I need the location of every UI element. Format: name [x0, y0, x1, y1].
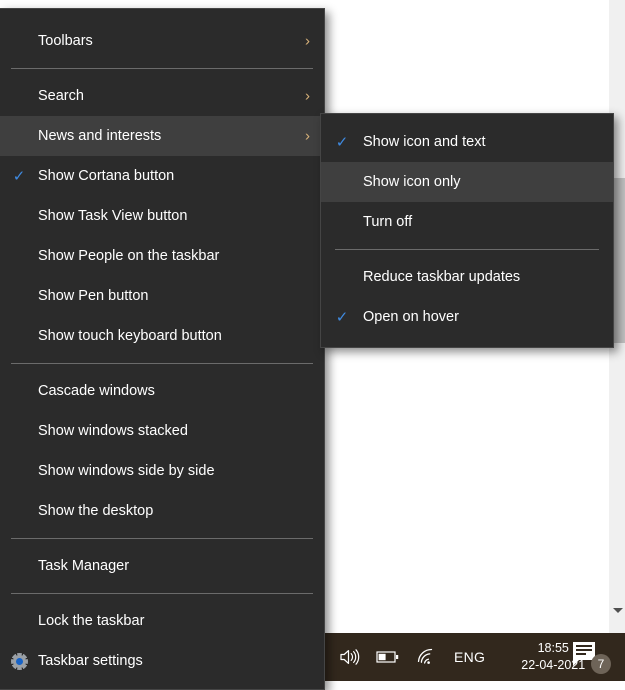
menu-item-label: Reduce taskbar updates [363, 269, 521, 285]
submenu-item-reduce-taskbar-updates[interactable]: Reduce taskbar updates [321, 257, 613, 297]
menu-item-label: Show Task View button [38, 208, 188, 224]
menu-item-label: Show touch keyboard button [38, 328, 222, 344]
menu-item-label: Toolbars [38, 33, 93, 49]
menu-separator [335, 249, 599, 250]
menu-item-label: Turn off [363, 214, 413, 230]
menu-item-show-touch-keyboard-button[interactable]: Show touch keyboard button [0, 316, 324, 356]
wifi-icon[interactable] [414, 645, 438, 669]
battery-icon[interactable] [376, 645, 400, 669]
menu-item-label: Show the desktop [38, 503, 154, 519]
checkmark-icon: ✓ [335, 309, 349, 326]
menu-item-label: Open on hover [363, 309, 459, 325]
action-center-button[interactable]: 7 [573, 640, 611, 674]
language-indicator[interactable]: ENG [452, 649, 487, 665]
menu-item-show-cortana-button[interactable]: ✓ Show Cortana button [0, 156, 324, 196]
menu-item-show-task-view-button[interactable]: Show Task View button [0, 196, 324, 236]
menu-item-label: Show windows side by side [38, 463, 215, 479]
checkmark-icon: ✓ [12, 168, 26, 185]
news-and-interests-submenu: ✓ Show icon and text Show icon only Turn of… [320, 113, 614, 348]
submenu-item-show-icon-only[interactable]: Show icon only [321, 162, 613, 202]
menu-item-toolbars[interactable]: Toolbars › [0, 21, 324, 61]
menu-item-label: Show icon only [363, 174, 461, 190]
system-tray: ENG 18:55 22-04-2021 [320, 633, 585, 681]
submenu-item-show-icon-and-text[interactable]: ✓ Show icon and text [321, 122, 613, 162]
action-center-icon [573, 642, 595, 660]
chevron-right-icon: › [305, 127, 310, 145]
taskbar: ENG 18:55 22-04-2021 7 [320, 633, 625, 681]
menu-item-task-manager[interactable]: Task Manager [0, 546, 324, 586]
menu-item-lock-the-taskbar[interactable]: Lock the taskbar [0, 601, 324, 641]
menu-item-show-windows-side-by-side[interactable]: Show windows side by side [0, 451, 324, 491]
speaker-icon[interactable] [338, 645, 362, 669]
menu-item-label: Show Pen button [38, 288, 149, 304]
menu-item-show-windows-stacked[interactable]: Show windows stacked [0, 411, 324, 451]
chevron-right-icon: › [305, 32, 310, 50]
menu-item-label: News and interests [38, 128, 162, 144]
chevron-down-icon[interactable] [609, 602, 625, 619]
submenu-item-turn-off[interactable]: Turn off [321, 202, 613, 242]
menu-separator [11, 68, 313, 69]
desktop-strip-top [0, 0, 325, 8]
menu-separator [11, 593, 313, 594]
chevron-right-icon: › [305, 87, 310, 105]
gear-icon [0, 652, 38, 670]
menu-item-news-and-interests[interactable]: News and interests › [0, 116, 324, 156]
menu-item-label: Lock the taskbar [38, 613, 145, 629]
notification-badge: 7 [591, 654, 611, 674]
submenu-item-open-on-hover[interactable]: ✓ Open on hover [321, 297, 613, 337]
taskbar-context-menu: Toolbars › Search › News and interests › ✓ Show… [0, 8, 325, 690]
menu-item-taskbar-settings[interactable]: Taskbar settings [0, 641, 324, 681]
menu-item-label: Taskbar settings [38, 653, 143, 669]
menu-item-label: Search [38, 88, 84, 104]
action-center-icon-tail [573, 660, 579, 666]
menu-separator [11, 363, 313, 364]
menu-item-label: Show windows stacked [38, 423, 188, 439]
menu-item-label: Cascade windows [38, 383, 155, 399]
menu-item-search[interactable]: Search › [0, 76, 324, 116]
menu-item-label: Task Manager [38, 558, 130, 574]
checkmark-icon: ✓ [335, 134, 349, 151]
menu-separator [11, 538, 313, 539]
menu-item-cascade-windows[interactable]: Cascade windows [0, 371, 324, 411]
menu-item-show-pen-button[interactable]: Show Pen button [0, 276, 324, 316]
menu-item-label: Show People on the taskbar [38, 248, 220, 264]
menu-item-label: Show Cortana button [38, 168, 175, 184]
menu-item-show-the-desktop[interactable]: Show the desktop [0, 491, 324, 531]
menu-item-show-people-on-the-taskbar[interactable]: Show People on the taskbar [0, 236, 324, 276]
menu-item-label: Show icon and text [363, 134, 486, 150]
